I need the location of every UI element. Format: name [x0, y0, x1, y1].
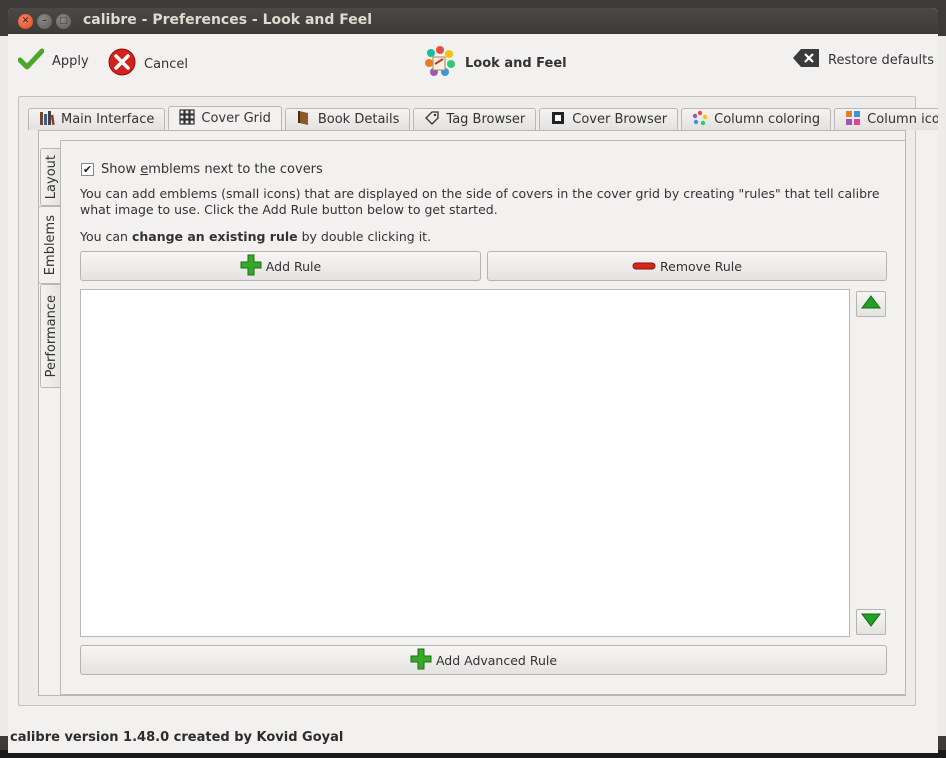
- apply-label: Apply: [52, 53, 89, 69]
- tab-cover-grid[interactable]: Cover Grid: [168, 106, 282, 130]
- background-app-right: [938, 36, 946, 736]
- arrow-up-icon: [861, 295, 881, 313]
- restore-defaults-label: Restore defaults: [828, 52, 934, 68]
- side-tab-layout[interactable]: Layout: [40, 148, 62, 206]
- cancel-icon: [108, 48, 136, 80]
- tab-label: Cover Browser: [572, 112, 668, 127]
- show-emblems-row[interactable]: ✔ Show emblems next to the covers: [81, 162, 323, 177]
- status-bar-text: calibre version 1.48.0 created by Kovid …: [10, 730, 344, 745]
- remove-rule-button[interactable]: Remove Rule: [487, 251, 887, 281]
- tab-label: Column coloring: [714, 112, 821, 127]
- background-app-left: [0, 36, 8, 736]
- hint-bold: change an existing rule: [131, 229, 298, 244]
- cancel-button[interactable]: Cancel: [108, 48, 188, 80]
- tab-main-interface[interactable]: Main Interface: [28, 108, 166, 130]
- tab-label: Cover Grid: [201, 111, 271, 126]
- cover-icon: [550, 110, 566, 130]
- tab-book-details[interactable]: Book Details: [284, 108, 411, 130]
- tab-label: Tag Browser: [446, 112, 526, 127]
- tab-column-icons[interactable]: Column icons: [834, 108, 938, 130]
- add-advanced-rule-button[interactable]: Add Advanced Rule: [80, 645, 887, 675]
- emblems-description: You can add emblems (small icons) that a…: [80, 186, 880, 217]
- add-rule-button[interactable]: Add Rule: [80, 251, 481, 281]
- show-emblems-checkbox[interactable]: ✔: [81, 163, 94, 176]
- arrow-down-icon: [861, 613, 881, 631]
- side-tab-label: Layout: [44, 154, 59, 200]
- icons-icon: [845, 110, 861, 130]
- preferences-window: ✕ – □ calibre - Preferences - Look and F…: [8, 8, 938, 753]
- tab-label: Book Details: [317, 112, 400, 127]
- hint-suffix: by double clicking it.: [297, 229, 432, 244]
- book-icon: [296, 110, 312, 130]
- plus-icon: [410, 648, 432, 673]
- checkmark-icon: [17, 48, 45, 74]
- tab-column-coloring[interactable]: Column coloring: [681, 108, 832, 130]
- tag-icon: [424, 110, 440, 130]
- edit-rule-hint: You can change an existing rule by doubl…: [80, 229, 431, 244]
- grid-icon: [179, 108, 195, 129]
- look-and-feel-icon: [423, 44, 457, 82]
- palette-icon: [692, 110, 708, 130]
- window-maximize-button[interactable]: □: [56, 14, 71, 29]
- section-label: Look and Feel: [465, 55, 567, 71]
- window-close-button[interactable]: ✕: [18, 14, 33, 29]
- tab-cover-browser[interactable]: Cover Browser: [539, 108, 679, 130]
- minus-icon: [632, 259, 656, 274]
- apply-button[interactable]: Apply: [17, 48, 89, 74]
- tab-label: Main Interface: [61, 112, 155, 127]
- tab-label: Column icons: [867, 112, 938, 127]
- preferences-toolbar: Apply Cancel Look and Feel Restore defau…: [8, 34, 938, 92]
- side-tab-performance[interactable]: Performance: [40, 284, 62, 388]
- move-up-button[interactable]: [856, 291, 886, 317]
- window-minimize-button[interactable]: –: [37, 14, 52, 29]
- move-down-button[interactable]: [856, 609, 886, 635]
- books-icon: [39, 110, 55, 130]
- restore-defaults-button[interactable]: Restore defaults: [792, 48, 934, 72]
- plus-icon: [240, 254, 262, 279]
- tab-tag-browser[interactable]: Tag Browser: [413, 108, 537, 130]
- rules-list[interactable]: [80, 289, 850, 637]
- backspace-icon: [792, 48, 820, 72]
- side-tab-emblems[interactable]: Emblems: [38, 206, 62, 284]
- add-rule-label: Add Rule: [265, 258, 322, 274]
- show-emblems-label: Show emblems next to the covers: [101, 162, 323, 177]
- window-title: calibre - Preferences - Look and Feel: [83, 12, 373, 28]
- window-titlebar[interactable]: ✕ – □ calibre - Preferences - Look and F…: [8, 8, 938, 34]
- side-tab-label: Emblems: [43, 214, 58, 276]
- add-advanced-rule-label: Add Advanced Rule: [435, 652, 558, 668]
- remove-rule-label: Remove Rule: [660, 258, 742, 274]
- cancel-label: Cancel: [144, 56, 189, 72]
- side-tab-label: Performance: [44, 294, 59, 378]
- look-and-feel-tabs: Main Interface Cover Grid Book Details T…: [28, 106, 938, 130]
- hint-prefix: You can: [80, 229, 132, 244]
- section-title: Look and Feel: [423, 44, 567, 82]
